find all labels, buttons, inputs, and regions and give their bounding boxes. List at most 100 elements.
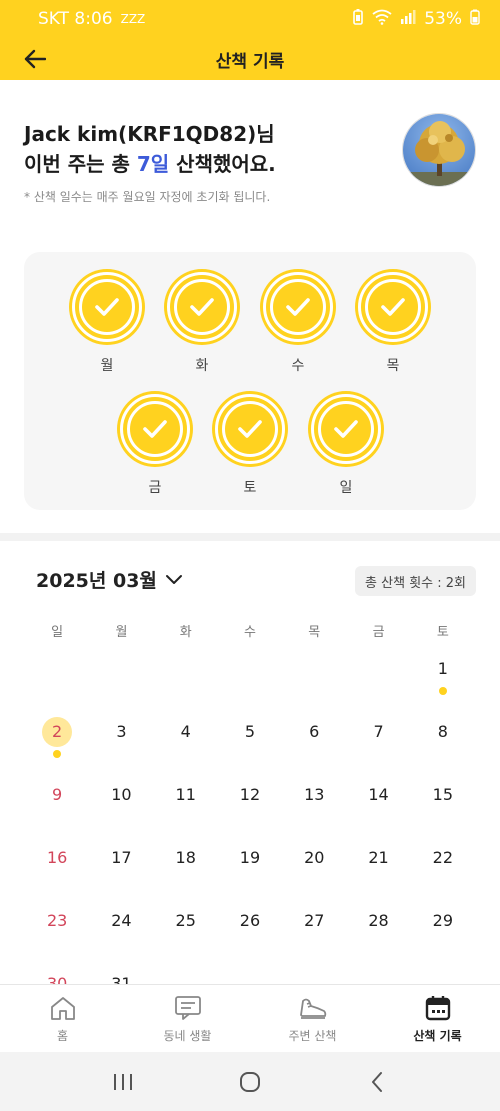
calendar-day-24[interactable]: 24 [89, 897, 153, 960]
bottom-nav: 홈 동네 생활 주변 산책 산책 기록 [0, 984, 500, 1052]
day-check-inner [270, 279, 326, 335]
calendar-day-26[interactable]: 26 [218, 897, 282, 960]
calendar-day-14[interactable]: 14 [346, 771, 410, 834]
back-system-button[interactable] [357, 1062, 397, 1102]
walk-record-dot [438, 687, 447, 695]
home-system-button[interactable] [230, 1062, 270, 1102]
home-circle-icon [239, 1071, 260, 1092]
calendar-day-12[interactable]: 12 [218, 771, 282, 834]
avatar[interactable] [402, 113, 476, 187]
calendar-day-20[interactable]: 20 [282, 834, 346, 897]
calendar-day-19[interactable]: 19 [218, 834, 282, 897]
signal-icon [400, 9, 416, 30]
check-icon [381, 298, 405, 316]
calendar-day-6[interactable]: 6 [282, 708, 346, 771]
calendar-day-number: 27 [304, 911, 325, 930]
day-check-circle [263, 272, 333, 342]
month-selector[interactable]: 2025년 03월 [36, 566, 183, 593]
calendar-day-number: 1 [437, 659, 448, 678]
back-button[interactable] [20, 44, 50, 74]
day-check-inner [222, 401, 278, 457]
day-check-inner [174, 279, 230, 335]
calendar-day-9[interactable]: 9 [25, 771, 89, 834]
calendar-empty-cell [25, 645, 89, 708]
status-carrier-time: SKT 8:06 [38, 9, 113, 29]
weekday-header-label: 목 [308, 625, 321, 640]
notification-icon: ZZZ [120, 12, 146, 26]
calendar-week-row: 9 10 11 12 13 14 15 [25, 771, 475, 834]
day-label: 화 [195, 358, 209, 374]
calendar-day-2[interactable]: 2 [25, 708, 89, 771]
nav-item-2[interactable]: 주변 산책 [250, 985, 375, 1052]
calendar-day-number: 7 [373, 722, 384, 741]
calendar-week-row: 2 3 4 5 6 7 8 [25, 708, 475, 771]
check-icon [143, 420, 167, 438]
calendar-day-22[interactable]: 22 [411, 834, 475, 897]
nav-item-1[interactable]: 동네 생활 [125, 985, 250, 1052]
calendar-day-3[interactable]: 3 [89, 708, 153, 771]
arrow-left-icon [24, 49, 46, 69]
calendar-day-27[interactable]: 27 [282, 897, 346, 960]
calendar-day-number: 11 [175, 785, 196, 804]
calendar-day-25[interactable]: 25 [154, 897, 218, 960]
calendar-empty-cell [218, 645, 282, 708]
calendar-day-number: 25 [175, 911, 196, 930]
weekday-header-label: 수 [244, 625, 256, 640]
calendar-day-number: 26 [239, 911, 261, 930]
calendar-day-13[interactable]: 13 [282, 771, 346, 834]
day-check-circle [311, 394, 381, 464]
calendar-day-number: 22 [432, 848, 453, 867]
weekday-header-label: 월 [115, 625, 128, 640]
weekday-status-0: 월 [72, 272, 142, 375]
weekday-header-label: 일 [51, 625, 64, 640]
weekly-summary-suffix: 산책했어요. [169, 152, 276, 176]
calendar-day-15[interactable]: 15 [411, 771, 475, 834]
calendar-day-18[interactable]: 18 [154, 834, 218, 897]
calendar-day-number: 24 [111, 911, 132, 930]
battery-icon [470, 9, 480, 30]
calendar-grid: 1 2 3 4 5 6 7 8 9 10 11 12 13 14 15 16 17 18 19 20 21 22 23 24 2… [25, 645, 475, 1023]
calendar-day-10[interactable]: 10 [89, 771, 153, 834]
calendar-day-21[interactable]: 21 [346, 834, 410, 897]
calendar-day-7[interactable]: 7 [346, 708, 410, 771]
nav-item-3[interactable]: 산책 기록 [375, 985, 500, 1052]
weekly-walk-card: 월 화 수 목금 토 일 [24, 252, 476, 510]
calendar-day-number: 17 [111, 848, 132, 867]
day-check-circle [215, 394, 285, 464]
walk-record-dot [53, 750, 62, 758]
check-icon [95, 298, 119, 316]
calendar-week-row: 23 24 25 26 27 28 29 [25, 897, 475, 960]
calendar-day-16[interactable]: 16 [25, 834, 89, 897]
chevron-down-icon [165, 574, 182, 584]
nav-label: 산책 기록 [413, 1029, 462, 1043]
calendar-icon [423, 993, 453, 1023]
calendar-day-11[interactable]: 11 [154, 771, 218, 834]
calendar-day-4[interactable]: 4 [154, 708, 218, 771]
calendar-day-29[interactable]: 29 [411, 897, 475, 960]
wifi-icon [372, 9, 392, 30]
calendar-day-8[interactable]: 8 [411, 708, 475, 771]
weekday-status-1: 화 [167, 272, 237, 375]
check-icon [238, 420, 262, 438]
recent-apps-icon [114, 1073, 133, 1090]
calendar-day-28[interactable]: 28 [346, 897, 410, 960]
calendar-day-number: 4 [180, 722, 191, 741]
calendar-day-number: 5 [244, 722, 256, 741]
status-bar: SKT 8:06 ZZZ 53% [0, 0, 500, 38]
calendar-day-1[interactable]: 1 [411, 645, 475, 708]
calendar-day-number: 28 [368, 911, 389, 930]
day-check-inner [365, 279, 421, 335]
nav-item-0[interactable]: 홈 [0, 985, 125, 1052]
battery-percent: 53% [424, 9, 462, 29]
weekday-header: 일월화수목금토 [25, 621, 475, 640]
day-label: 일 [339, 480, 353, 496]
month-label: 2025년 03월 [36, 570, 157, 592]
system-nav-bar [0, 1052, 500, 1111]
weekday-status-3: 목 [358, 272, 428, 375]
calendar-day-number: 16 [46, 848, 68, 867]
recent-apps-button[interactable] [103, 1062, 143, 1102]
calendar-day-5[interactable]: 5 [218, 708, 282, 771]
calendar-day-17[interactable]: 17 [89, 834, 153, 897]
calendar-day-number: 19 [239, 848, 261, 867]
calendar-day-23[interactable]: 23 [25, 897, 89, 960]
